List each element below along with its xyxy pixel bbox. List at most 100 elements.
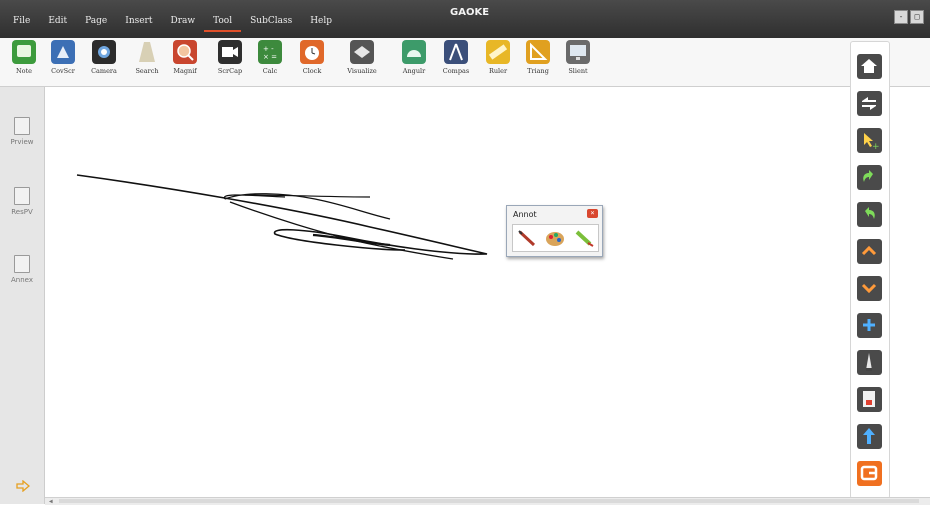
swap-icon bbox=[862, 97, 876, 110]
annot-close-button[interactable]: × bbox=[587, 209, 598, 218]
window-controls: - □ bbox=[894, 10, 924, 24]
menu-edit[interactable]: Edit bbox=[39, 16, 76, 32]
redo-icon bbox=[865, 207, 875, 219]
minimize-button[interactable]: - bbox=[894, 10, 908, 24]
select-add-icon: + bbox=[864, 133, 880, 152]
page-up-button[interactable] bbox=[857, 239, 882, 264]
note-icon bbox=[12, 40, 36, 64]
tool-clock[interactable]: Clock bbox=[296, 40, 328, 75]
tool-label: CovScr bbox=[51, 67, 75, 75]
tool-compas[interactable]: Compas bbox=[440, 40, 472, 75]
brand-logo: GAOKE bbox=[450, 7, 490, 18]
tool-label: Compas bbox=[442, 67, 470, 75]
tool-note[interactable]: Note bbox=[8, 40, 40, 75]
menu-page[interactable]: Page bbox=[76, 16, 116, 32]
tool-label: Magnif bbox=[173, 67, 197, 75]
menu-help[interactable]: Help bbox=[301, 16, 341, 32]
svg-text:× =: × = bbox=[263, 53, 277, 61]
tool-triang[interactable]: Triang bbox=[522, 40, 554, 75]
rail-annex[interactable]: Annex bbox=[0, 255, 44, 284]
title-bar: File Edit Page Insert Draw Tool SubClass… bbox=[0, 0, 930, 38]
ink-strokes bbox=[76, 174, 488, 260]
svg-text:+ -: + - bbox=[263, 45, 274, 53]
home-button[interactable] bbox=[857, 54, 882, 79]
pen-icon[interactable] bbox=[516, 228, 538, 248]
menu-tool[interactable]: Tool bbox=[204, 16, 242, 32]
undo-button[interactable] bbox=[857, 165, 882, 190]
tool-label: Clock bbox=[302, 67, 322, 75]
menu-subclass[interactable]: SubClass bbox=[241, 16, 301, 32]
menu-file[interactable]: File bbox=[4, 16, 39, 32]
tool-label: Triang bbox=[527, 67, 549, 75]
upload-button[interactable] bbox=[857, 424, 882, 449]
triangle-icon bbox=[526, 40, 550, 64]
magnifier-icon bbox=[173, 40, 197, 64]
menu-insert[interactable]: Insert bbox=[116, 16, 161, 32]
palette-icon[interactable] bbox=[544, 228, 566, 248]
add-page-icon bbox=[863, 319, 875, 331]
tool-label: Camera bbox=[91, 67, 117, 75]
page-up-icon bbox=[861, 245, 877, 256]
tool-label: Search bbox=[135, 67, 159, 75]
tool-slient[interactable]: Slient bbox=[562, 40, 594, 75]
undo-icon bbox=[863, 170, 873, 182]
svg-text:+: + bbox=[872, 142, 880, 152]
upload-icon bbox=[863, 428, 875, 444]
annot-popup: Annot × bbox=[506, 205, 603, 257]
scroll-thumb[interactable] bbox=[59, 499, 919, 503]
screen-capture-icon bbox=[218, 40, 242, 64]
tool-label: Angulr bbox=[402, 67, 426, 75]
tool-ruler[interactable]: Ruler bbox=[482, 40, 514, 75]
gaoke-logo-icon bbox=[860, 465, 878, 481]
highlighter-icon[interactable] bbox=[573, 228, 595, 248]
redo-button[interactable] bbox=[857, 202, 882, 227]
tool-label: Visualize bbox=[347, 67, 377, 75]
annot-toolbox bbox=[512, 224, 599, 252]
eraser-button[interactable] bbox=[857, 387, 882, 412]
page-down-icon bbox=[861, 283, 877, 294]
add-page-button[interactable] bbox=[857, 313, 882, 338]
tool-magnif[interactable]: Magnif bbox=[169, 40, 201, 75]
whiteboard-canvas[interactable] bbox=[45, 87, 885, 497]
tool-toolbar: Note CovScr Camera Search Magnif ScrCap … bbox=[0, 38, 930, 87]
tool-scrcap[interactable]: ScrCap bbox=[214, 40, 246, 75]
tool-search[interactable]: Search bbox=[131, 40, 163, 75]
tool-covscr[interactable]: CovScr bbox=[47, 40, 79, 75]
rail-respv[interactable]: ResPV bbox=[0, 187, 44, 216]
annot-title: Annot bbox=[513, 210, 537, 219]
preview-icon bbox=[14, 117, 30, 135]
rail-label: Annex bbox=[11, 276, 33, 284]
annex-icon bbox=[14, 255, 30, 273]
tool-calc[interactable]: + - × = Calc bbox=[254, 40, 286, 75]
rail-label: Prview bbox=[10, 138, 34, 146]
gaoke-logo-button[interactable] bbox=[857, 461, 882, 486]
maximize-button[interactable]: □ bbox=[910, 10, 924, 24]
eraser-icon bbox=[863, 391, 875, 407]
camera-icon bbox=[92, 40, 116, 64]
tool-label: ScrCap bbox=[217, 67, 243, 75]
tool-camera[interactable]: Camera bbox=[88, 40, 120, 75]
clock-icon bbox=[300, 40, 324, 64]
pen-tool-icon bbox=[866, 353, 872, 371]
compass-icon bbox=[444, 40, 468, 64]
cover-screen-icon bbox=[51, 40, 75, 64]
protractor-icon bbox=[402, 40, 426, 64]
home-icon bbox=[861, 59, 877, 73]
spotlight-icon bbox=[135, 40, 159, 64]
rail-preview[interactable]: Prview bbox=[0, 117, 44, 146]
swap-button[interactable] bbox=[857, 91, 882, 116]
monitor-icon bbox=[566, 40, 590, 64]
visualize-icon bbox=[350, 40, 374, 64]
menu-draw[interactable]: Draw bbox=[161, 16, 204, 32]
pen-tool-button[interactable] bbox=[857, 350, 882, 375]
rail-label: ResPV bbox=[11, 208, 33, 216]
tool-angulr[interactable]: Angulr bbox=[398, 40, 430, 75]
tool-label: Slient bbox=[568, 67, 588, 75]
tool-visualize[interactable]: Visualize bbox=[346, 40, 378, 75]
left-rail: Prview ResPV Annex bbox=[0, 87, 45, 504]
expand-arrow-icon[interactable] bbox=[16, 480, 30, 492]
select-add-button[interactable]: + bbox=[857, 128, 882, 153]
right-dock: + bbox=[850, 41, 890, 499]
page-down-button[interactable] bbox=[857, 276, 882, 301]
tool-label: Note bbox=[15, 67, 33, 75]
